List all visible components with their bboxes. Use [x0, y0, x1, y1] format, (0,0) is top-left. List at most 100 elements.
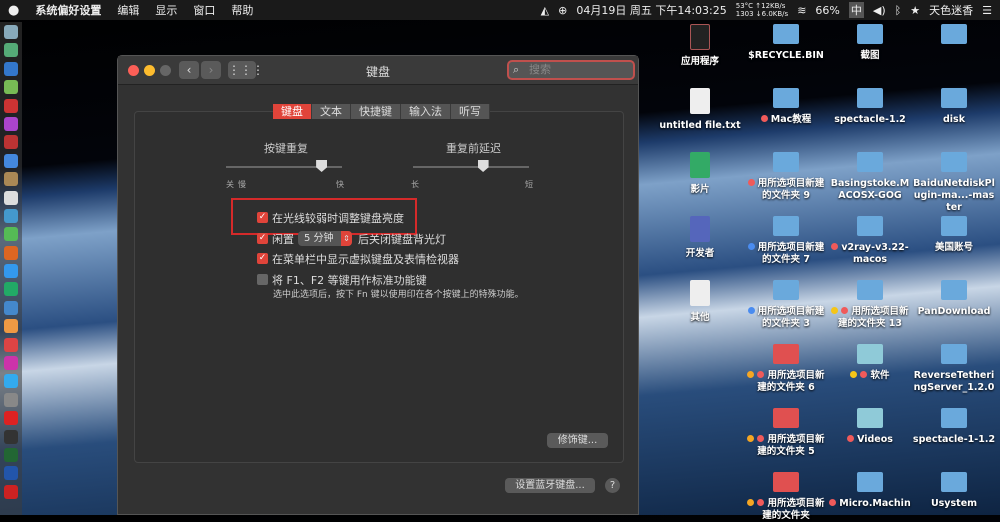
- folder-icon: [773, 216, 799, 236]
- dock-app-icon[interactable]: [4, 429, 18, 444]
- desktop-item[interactable]: Mac教程: [744, 88, 828, 126]
- desktop-item[interactable]: 用所选项目新建的文件夹 7: [744, 216, 828, 266]
- tag-dot: [747, 307, 755, 314]
- tag-dot: [747, 371, 755, 378]
- dock-app-icon[interactable]: [4, 172, 18, 187]
- app-menu[interactable]: 系统偏好设置: [35, 2, 101, 18]
- apple-menu-icon[interactable]: ●: [8, 3, 19, 18]
- idle-time-select[interactable]: 5 分钟 ⇕: [298, 231, 352, 246]
- user-name[interactable]: 天色迷香: [929, 2, 973, 18]
- desktop-item[interactable]: PanDownload: [912, 280, 996, 318]
- dock-app-icon[interactable]: [4, 374, 18, 389]
- dock-app-icon[interactable]: [4, 356, 18, 371]
- input-method[interactable]: 中: [848, 2, 864, 18]
- dock-app-icon[interactable]: [4, 392, 18, 407]
- dock-app-icon[interactable]: [4, 208, 18, 223]
- desktop-item[interactable]: 用所选项目新建的文件夹 5: [744, 408, 828, 458]
- desktop-item[interactable]: Basingstoke.MACOSX-GOG: [828, 152, 912, 202]
- stats-widget[interactable]: 53°C ↑12KB/s 1303 ↓6.0KB/s: [736, 2, 788, 18]
- desktop-item[interactable]: 用所选项目新建的文件夹 9: [744, 152, 828, 202]
- dock-app-icon[interactable]: [4, 245, 18, 260]
- dock-app-icon[interactable]: [4, 282, 18, 297]
- desktop-item[interactable]: 应用程序: [658, 24, 742, 68]
- desktop-item[interactable]: 影片: [658, 152, 742, 196]
- backlight-off-checkbox[interactable]: ✓: [257, 233, 268, 244]
- stepper-chevron-icon: ⇕: [341, 231, 352, 246]
- tag-dot: [747, 499, 755, 506]
- desktop-item-label: untitled file.txt: [659, 120, 741, 131]
- tab-text[interactable]: 文本: [312, 104, 351, 119]
- modifier-keys-button[interactable]: 修饰键...: [547, 433, 608, 448]
- dock-app-icon[interactable]: [4, 25, 18, 39]
- dock-app-icon[interactable]: [4, 116, 18, 131]
- dock-app-icon[interactable]: [4, 264, 18, 279]
- dock-app-icon[interactable]: [4, 466, 18, 481]
- dock-app-icon[interactable]: [4, 61, 18, 76]
- volume-icon[interactable]: ◀): [873, 4, 886, 17]
- folder-icon: [941, 24, 967, 44]
- tag-dot: [757, 371, 765, 378]
- dock-app-icon[interactable]: [4, 337, 18, 352]
- tab-input-sources[interactable]: 输入法: [401, 104, 451, 119]
- desktop-item[interactable]: 其他: [658, 280, 742, 324]
- desktop-item-label: BaiduNetdiskPlugin-ma...-master: [913, 178, 995, 213]
- desktop-item[interactable]: [912, 24, 996, 50]
- desktop-item[interactable]: 用所选项目新建的文件夹 3: [744, 280, 828, 330]
- ghost-icon[interactable]: ◭: [541, 4, 549, 17]
- dock-app-icon[interactable]: [4, 411, 18, 426]
- star-icon[interactable]: ★: [910, 4, 920, 17]
- menu-window[interactable]: 窗口: [193, 2, 215, 18]
- dock-app-icon[interactable]: [4, 227, 18, 242]
- desktop-item[interactable]: spectacle-1.2: [828, 88, 912, 126]
- delay-slider[interactable]: [413, 166, 529, 168]
- desktop-item[interactable]: 用所选项目新建的文件夹 13: [828, 280, 912, 330]
- dock-app-icon[interactable]: [4, 319, 18, 334]
- desktop-item[interactable]: 截图: [828, 24, 912, 62]
- desktop-item[interactable]: 用所选项目新建的文件夹 6: [744, 344, 828, 394]
- dock-app-icon[interactable]: [4, 153, 18, 168]
- dock-app-icon[interactable]: [4, 135, 18, 150]
- adjust-brightness-checkbox[interactable]: ✓: [257, 212, 268, 223]
- tab-keyboard[interactable]: 键盘: [273, 104, 312, 119]
- show-viewer-checkbox[interactable]: ✓: [257, 253, 268, 264]
- desktop-item[interactable]: v2ray-v3.22-macos: [828, 216, 912, 266]
- desktop-item-label: spectacle-1-1.2: [912, 434, 996, 445]
- list-icon[interactable]: ☰: [982, 4, 992, 17]
- setup-bluetooth-keyboard-button[interactable]: 设置蓝牙键盘...: [505, 478, 595, 493]
- tab-dictation[interactable]: 听写: [451, 104, 490, 119]
- desktop-item[interactable]: 美国账号: [912, 216, 996, 254]
- menu-edit[interactable]: 编辑: [117, 2, 139, 18]
- desktop-item[interactable]: BaiduNetdiskPlugin-ma...-master: [912, 152, 996, 214]
- clock-text[interactable]: 04月19日 周五 下午14:03:25: [576, 2, 726, 18]
- desktop-item[interactable]: Micro.Machin: [828, 472, 912, 510]
- desktop-item[interactable]: spectacle-1-1.2: [912, 408, 996, 446]
- wifi-icon[interactable]: ≋: [797, 4, 806, 17]
- desktop-item[interactable]: 软件: [828, 344, 912, 382]
- desktop-item[interactable]: Videos: [828, 408, 912, 446]
- battery-percent[interactable]: 66%: [815, 4, 839, 17]
- fn-keys-checkbox[interactable]: [257, 274, 268, 285]
- desktop-item[interactable]: $RECYCLE.BIN: [744, 24, 828, 62]
- menu-help[interactable]: 帮助: [231, 2, 253, 18]
- bluetooth-icon[interactable]: ᛒ: [895, 4, 902, 17]
- dock-app-icon[interactable]: [4, 484, 18, 499]
- desktop-item-label: disk: [942, 114, 966, 125]
- tab-shortcuts[interactable]: 快捷键: [351, 104, 401, 119]
- dock-app-icon[interactable]: [4, 43, 18, 58]
- menu-view[interactable]: 显示: [155, 2, 177, 18]
- dock-app-icon[interactable]: [4, 300, 18, 315]
- desktop-item[interactable]: ReverseTetheringServer_1.2.0: [912, 344, 996, 394]
- key-repeat-label: 按键重复: [264, 142, 308, 155]
- desktop-item[interactable]: Usystem: [912, 472, 996, 510]
- desktop-item[interactable]: disk: [912, 88, 996, 126]
- search-input[interactable]: ⌕ 搜索: [507, 60, 635, 80]
- globe-icon[interactable]: ⊕: [558, 4, 567, 17]
- dock-app-icon[interactable]: [4, 98, 18, 113]
- desktop-item[interactable]: untitled file.txt: [658, 88, 742, 132]
- dock-app-icon[interactable]: [4, 447, 18, 462]
- dock-app-icon[interactable]: [4, 80, 18, 95]
- desktop-item[interactable]: 开发者: [658, 216, 742, 260]
- help-button[interactable]: ?: [605, 478, 620, 493]
- tag-dot: [829, 499, 837, 506]
- dock-app-icon[interactable]: [4, 190, 18, 205]
